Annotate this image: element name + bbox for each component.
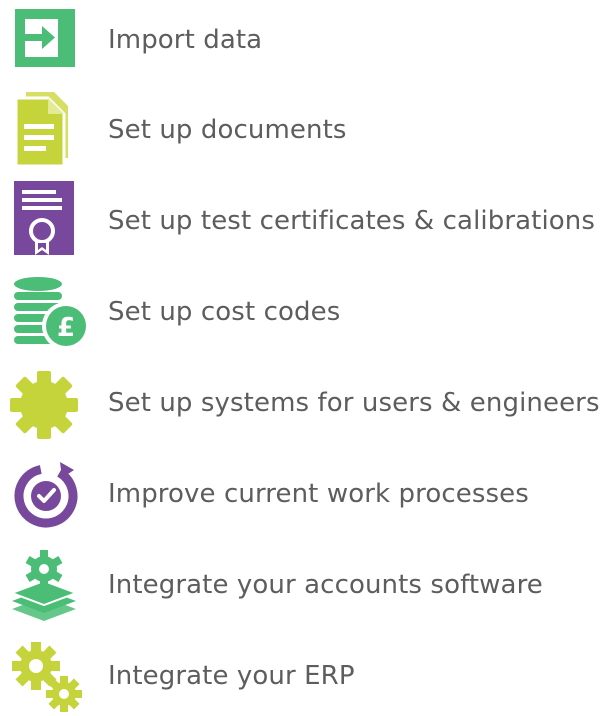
certificate-icon [8,181,92,261]
feature-list: Import data Set up documents Set up test… [0,0,602,712]
refresh-check-icon [8,454,92,534]
list-item: Import data [0,0,602,80]
list-item: Integrate your ERP [0,636,602,716]
svg-text:£: £ [57,313,75,343]
item-label: Set up test certificates & calibrations [108,206,595,236]
list-item: Set up systems for users & engineers [0,363,602,443]
item-label: Import data [108,25,263,55]
list-item: Integrate your accounts software [0,545,602,625]
list-item: Set up documents [0,90,602,170]
item-label: Integrate your ERP [108,661,355,691]
layers-gear-icon [8,545,92,625]
item-label: Integrate your accounts software [108,570,543,600]
gears-icon [8,636,92,716]
item-label: Improve current work processes [108,479,529,509]
list-item: Improve current work processes [0,454,602,534]
list-item: Set up test certificates & calibrations [0,181,602,261]
documents-icon [8,90,92,170]
import-arrow-icon [8,0,92,80]
gear-icon [8,363,92,443]
coins-pound-icon: £ [8,272,92,352]
item-label: Set up systems for users & engineers [108,388,600,418]
item-label: Set up cost codes [108,297,341,327]
list-item: £ Set up cost codes [0,272,602,352]
item-label: Set up documents [108,115,347,145]
